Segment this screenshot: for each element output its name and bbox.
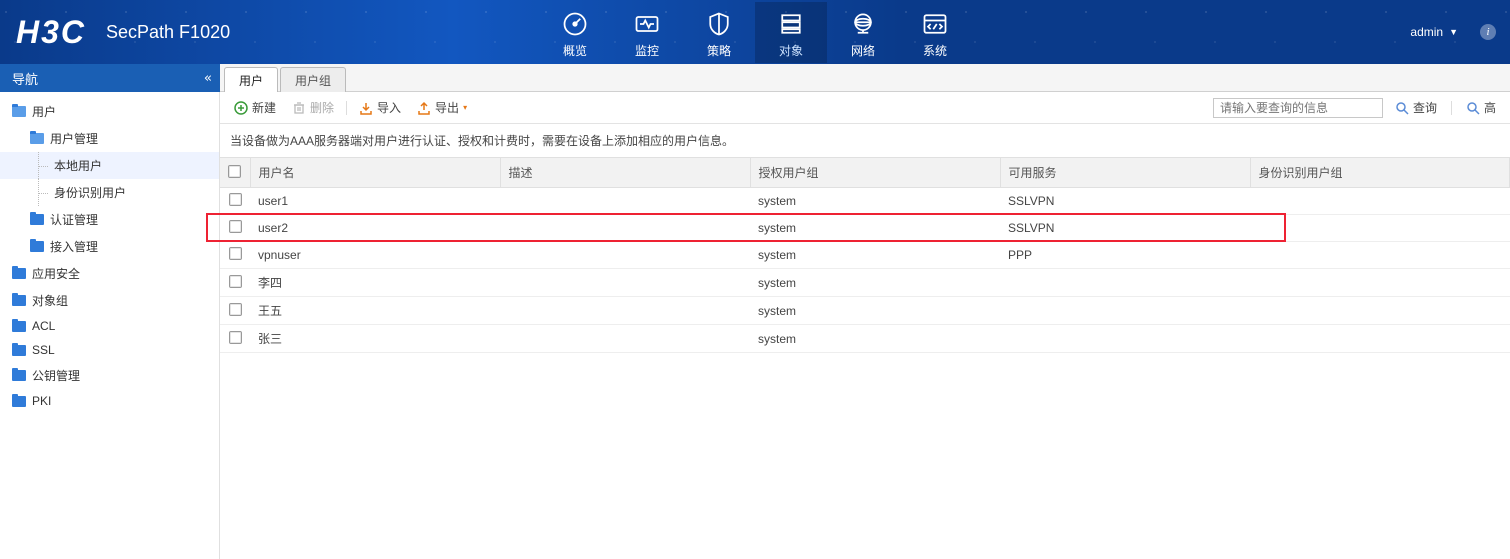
top-nav: 概览 监控 策略 对象 网络 系统 (539, 2, 971, 63)
sidebar-title: 导航 (12, 69, 38, 88)
trash-icon (292, 101, 306, 115)
sidebar-item-10[interactable]: 公钥管理 (0, 362, 219, 389)
table-row[interactable]: user2systemSSLVPN (220, 215, 1510, 242)
sidebar-item-label: 应用安全 (32, 265, 80, 282)
tab-user[interactable]: 用户 (224, 67, 278, 92)
user-table: 用户名 描述 授权用户组 可用服务 身份识别用户组 user1systemSSL… (220, 157, 1510, 353)
sidebar: 用户用户管理本地用户身份识别用户认证管理接入管理应用安全对象组 ACL SSL 公钥管… (0, 92, 220, 559)
search-input[interactable] (1213, 98, 1383, 118)
app-header: H3C SecPath F1020 概览 监控 策略 对象 网络 系统 admi… (0, 0, 1510, 64)
plus-circle-icon (234, 101, 248, 115)
col-desc[interactable]: 描述 (500, 158, 750, 188)
magnifier-icon (1466, 101, 1480, 115)
magnifier-icon (1395, 101, 1409, 115)
admin-menu[interactable]: admin ▼ i (1410, 24, 1496, 40)
server-icon (775, 8, 807, 40)
export-icon (417, 101, 431, 115)
gauge-icon (559, 8, 591, 40)
col-service[interactable]: 可用服务 (1000, 158, 1250, 188)
sidebar-item-label: 接入管理 (50, 238, 98, 255)
topnav-monitor[interactable]: 监控 (611, 2, 683, 63)
export-button[interactable]: 导出 ▾ (411, 97, 473, 118)
select-all-header[interactable] (220, 158, 250, 188)
admin-name: admin (1410, 25, 1443, 39)
sidebar-item-11[interactable]: PKI (0, 389, 219, 413)
col-username[interactable]: 用户名 (250, 158, 500, 188)
advanced-button[interactable]: 高 (1460, 97, 1502, 118)
table-row[interactable]: vpnusersystemPPP (220, 242, 1510, 269)
sidebar-item-label: SSL (32, 343, 55, 357)
globe-icon (847, 8, 879, 40)
code-window-icon (919, 8, 951, 40)
toolbar: 新建 删除 导入 导出 ▾ 查询 (220, 92, 1510, 124)
sidebar-item-label: 认证管理 (50, 211, 98, 228)
checkbox-icon[interactable] (228, 165, 241, 178)
topnav-policy[interactable]: 策略 (683, 2, 755, 63)
col-idgroup[interactable]: 身份识别用户组 (1250, 158, 1510, 188)
import-icon (359, 101, 373, 115)
folder-icon (12, 396, 26, 407)
checkbox-icon[interactable] (229, 303, 242, 316)
folder-icon (12, 321, 26, 332)
sidebar-item-5[interactable]: 接入管理 (0, 233, 219, 260)
checkbox-icon[interactable] (229, 275, 242, 288)
main-panel: 新建 删除 导入 导出 ▾ 查询 (220, 92, 1510, 559)
checkbox-icon[interactable] (229, 331, 242, 344)
folder-icon (30, 214, 44, 225)
folder-icon (12, 295, 26, 306)
product-name: SecPath F1020 (106, 22, 230, 43)
secondary-bar: 导航 « 用户 用户组 (0, 64, 1510, 92)
info-icon[interactable]: i (1480, 24, 1496, 40)
delete-button[interactable]: 删除 (286, 97, 340, 118)
checkbox-icon[interactable] (229, 247, 242, 260)
collapse-sidebar-icon[interactable]: « (204, 71, 212, 86)
sidebar-item-label: 身份识别用户 (54, 184, 126, 201)
sidebar-header: 导航 « (0, 64, 220, 92)
folder-icon (12, 370, 26, 381)
tab-usergroup[interactable]: 用户组 (280, 67, 346, 92)
tab-bar: 用户 用户组 (220, 64, 1510, 92)
description-text: 当设备做为AAA服务器端对用户进行认证、授权和计费时，需要在设备上添加相应的用户… (220, 124, 1510, 157)
sidebar-item-8[interactable]: ACL (0, 314, 219, 338)
checkbox-icon[interactable] (229, 193, 242, 206)
shield-icon (703, 8, 735, 40)
sidebar-item-label: PKI (32, 394, 51, 408)
table-row[interactable]: 李四system (220, 269, 1510, 297)
topnav-network[interactable]: 网络 (827, 2, 899, 63)
sidebar-item-label: 公钥管理 (32, 367, 80, 384)
folder-icon (12, 268, 26, 279)
new-button[interactable]: 新建 (228, 97, 282, 118)
sidebar-item-3[interactable]: 身份识别用户 (0, 179, 219, 206)
folder-icon (12, 345, 26, 356)
folder-icon (12, 106, 26, 117)
topnav-system[interactable]: 系统 (899, 2, 971, 63)
checkbox-icon[interactable] (229, 220, 242, 233)
sidebar-item-label: 对象组 (32, 292, 68, 309)
monitor-icon (631, 8, 663, 40)
table-row[interactable]: 张三system (220, 325, 1510, 353)
col-group[interactable]: 授权用户组 (750, 158, 1000, 188)
sidebar-item-label: 用户管理 (50, 130, 98, 147)
search-button[interactable]: 查询 (1389, 97, 1443, 118)
sidebar-item-1[interactable]: 用户管理 (0, 125, 219, 152)
table-row[interactable]: user1systemSSLVPN (220, 188, 1510, 215)
caret-down-icon: ▼ (1449, 27, 1458, 37)
sidebar-item-6[interactable]: 应用安全 (0, 260, 219, 287)
brand-logo: H3C (16, 14, 86, 51)
sidebar-item-label: ACL (32, 319, 55, 333)
sidebar-item-4[interactable]: 认证管理 (0, 206, 219, 233)
sidebar-item-9[interactable]: SSL (0, 338, 219, 362)
folder-icon (30, 241, 44, 252)
sidebar-item-7[interactable]: 对象组 (0, 287, 219, 314)
sidebar-item-2[interactable]: 本地用户 (0, 152, 219, 179)
sidebar-item-0[interactable]: 用户 (0, 98, 219, 125)
folder-icon (30, 133, 44, 144)
table-row[interactable]: 王五system (220, 297, 1510, 325)
topnav-overview[interactable]: 概览 (539, 2, 611, 63)
sidebar-item-label: 本地用户 (54, 157, 102, 174)
caret-down-icon: ▾ (463, 103, 467, 112)
topnav-object[interactable]: 对象 (755, 2, 827, 63)
import-button[interactable]: 导入 (353, 97, 407, 118)
sidebar-item-label: 用户 (32, 103, 56, 120)
